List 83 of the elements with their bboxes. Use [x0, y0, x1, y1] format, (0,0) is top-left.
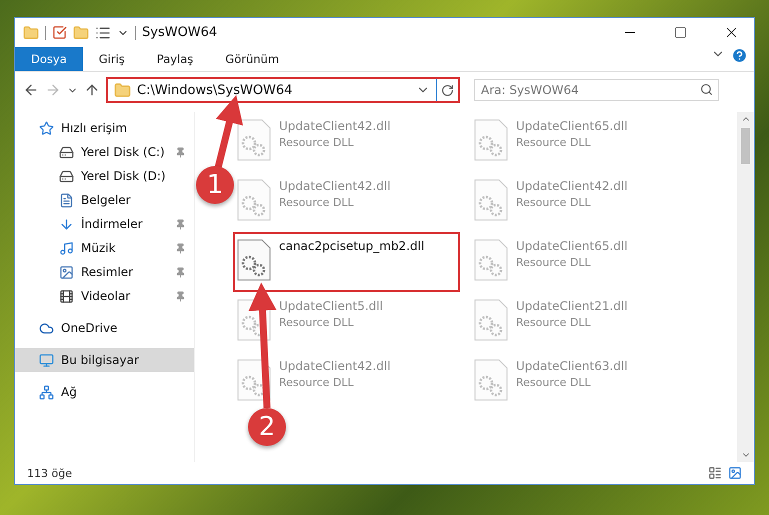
gear-file-icon — [237, 239, 271, 281]
gear-file-icon — [474, 179, 508, 221]
pin-icon[interactable] — [175, 218, 186, 230]
up-icon — [84, 82, 100, 98]
sidebar-item[interactable]: Videolar — [15, 284, 194, 308]
file-name: UpdateClient5.dll — [279, 299, 383, 313]
file-type: Resource DLL — [516, 256, 592, 269]
up-button[interactable] — [84, 82, 100, 98]
file-name: UpdateClient42.dll — [279, 179, 391, 193]
maximize-icon — [674, 26, 687, 39]
sidebar-item[interactable]: Hızlı erişim — [15, 116, 194, 140]
ribbon-tab[interactable]: Dosya — [15, 47, 83, 71]
file-name: canac2pcisetup_mb2.dll — [279, 239, 424, 253]
sidebar-item[interactable]: İndirmeler — [15, 212, 194, 236]
sidebar-item[interactable]: Bu bilgisayar — [15, 348, 194, 372]
window-title: SysWOW64 — [142, 25, 218, 40]
gear-file-icon — [237, 119, 271, 161]
pin-icon[interactable] — [175, 146, 186, 158]
address-path: C:\Windows\SysWOW64 — [137, 82, 294, 98]
gear-file-icon — [237, 359, 271, 401]
sidebar-item[interactable]: Ağ — [15, 380, 194, 404]
gear-file-icon — [237, 179, 271, 221]
video-icon — [59, 288, 74, 304]
sidebar-item[interactable]: Resimler — [15, 260, 194, 284]
gear-file-icon — [474, 359, 508, 401]
download-icon — [59, 216, 74, 232]
ribbon-tab[interactable]: Paylaş — [140, 47, 210, 71]
search-field[interactable]: Ara: SysWOW64 — [474, 79, 719, 101]
file-type: Resource DLL — [279, 376, 355, 389]
network-icon — [39, 384, 54, 400]
checklist-icon[interactable] — [52, 25, 67, 40]
forward-icon — [45, 82, 61, 98]
refresh-icon — [441, 84, 454, 96]
file-type: Resource DLL — [516, 316, 592, 329]
file-name: UpdateClient42.dll — [279, 119, 391, 133]
gear-file-icon — [474, 299, 508, 341]
large-icons-view-icon[interactable] — [728, 466, 742, 480]
address-bar[interactable]: C:\Windows\SysWOW64 — [106, 77, 460, 103]
scrollbar[interactable] — [737, 112, 754, 462]
drive-icon — [59, 168, 74, 184]
gear-file-icon — [474, 119, 508, 161]
item-count: 113 öğe — [27, 466, 73, 480]
sidebar-item[interactable]: Yerel Disk (C:) — [15, 140, 194, 164]
minimize-icon — [624, 32, 634, 33]
sidebar-item[interactable]: Müzik — [15, 236, 194, 260]
file-type: Resource DLL — [279, 316, 355, 329]
music-icon — [59, 240, 74, 256]
file-name: UpdateClient65.dll — [516, 239, 628, 253]
sidebar-item[interactable]: Yerel Disk (D:) — [15, 164, 194, 188]
folder-icon — [114, 82, 131, 98]
back-button[interactable] — [23, 82, 39, 98]
file-name: UpdateClient42.dll — [516, 179, 628, 193]
star-icon — [39, 120, 54, 136]
help-icon — [731, 47, 748, 64]
sidebar-item[interactable]: OneDrive — [15, 316, 194, 340]
drive-icon — [59, 144, 74, 160]
back-icon — [23, 82, 39, 98]
computer-icon — [39, 352, 54, 368]
file-type: Resource DLL — [516, 136, 592, 149]
gear-file-icon — [474, 239, 508, 281]
ribbon-tab[interactable]: Görünüm — [209, 47, 296, 71]
pin-icon[interactable] — [175, 290, 186, 302]
sidebar-item[interactable]: Belgeler — [15, 188, 194, 212]
scrollbar-thumb[interactable] — [741, 128, 750, 164]
folder-icon — [23, 24, 39, 40]
file-type: Resource DLL — [516, 376, 592, 389]
file-type: Resource DLL — [279, 136, 355, 149]
pin-icon[interactable] — [175, 242, 186, 254]
gear-file-icon — [237, 299, 271, 341]
pin-icon[interactable] — [175, 266, 186, 278]
file-name: UpdateClient65.dll — [516, 119, 628, 133]
docs-icon — [59, 192, 74, 208]
file-type: Resource DLL — [516, 196, 592, 209]
cloud-icon — [39, 320, 54, 336]
file-item[interactable]: canac2pcisetup_mb2.dll — [231, 235, 468, 285]
search-icon — [700, 83, 713, 96]
ribbon-tab[interactable]: Giriş — [82, 47, 141, 71]
file-name: UpdateClient63.dll — [516, 359, 628, 373]
file-type: Resource DLL — [279, 196, 355, 209]
file-name: UpdateClient21.dll — [516, 299, 628, 313]
details-view-icon[interactable] — [708, 466, 722, 480]
pictures-icon — [59, 264, 74, 280]
file-name: UpdateClient42.dll — [279, 359, 391, 373]
